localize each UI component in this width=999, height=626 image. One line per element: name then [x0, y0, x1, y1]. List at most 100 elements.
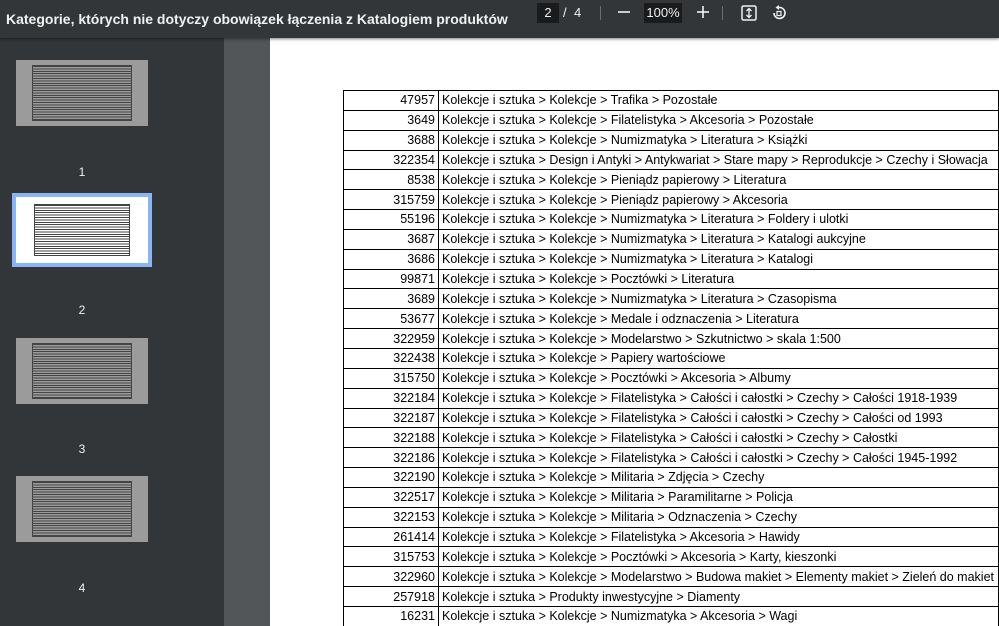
page-thumbnail-3[interactable] [16, 338, 148, 404]
zoom-out-icon [618, 11, 630, 13]
table-row: 322187 Kolekcje i sztuka > Kolekcje > Fil… [343, 407, 999, 429]
category-id: 322187 [343, 407, 439, 429]
table-row: 8538 Kolekcje i sztuka > Kolekcje > Pieni… [343, 169, 999, 191]
table-row: 47957 Kolekcje i sztuka > Kolekcje > Traf… [343, 90, 999, 111]
category-id: 322960 [343, 566, 439, 588]
table-row: 53677 Kolekcje i sztuka > Kolekcje > Meda… [343, 308, 999, 330]
table-row: 3687 Kolekcje i sztuka > Kolekcje > Numiz… [343, 228, 999, 250]
page-thumbnail-1[interactable] [16, 60, 148, 126]
category-id: 99871 [343, 268, 439, 290]
category-path: Kolekcje i sztuka > Produkty inwestycyjn… [438, 586, 999, 607]
category-path: Kolekcje i sztuka > Kolekcje > Numizmaty… [438, 288, 999, 310]
category-path: Kolekcje i sztuka > Kolekcje > Pocztówki… [438, 546, 999, 568]
table-row: 3686 Kolekcje i sztuka > Kolekcje > Numiz… [343, 248, 999, 270]
category-id: 3686 [343, 248, 439, 270]
pdf-page: 47957 Kolekcje i sztuka > Kolekcje > Traf… [270, 38, 999, 626]
category-id: 16231 [343, 605, 439, 626]
category-id: 3687 [343, 228, 439, 250]
pdf-toolbar: Kategorie, których nie dotyczy obowiązek… [0, 0, 999, 38]
zoom-out-button[interactable] [614, 2, 634, 22]
category-path: Kolekcje i sztuka > Kolekcje > Filatelis… [438, 407, 999, 429]
current-page-input[interactable]: 2 [537, 3, 559, 23]
category-path: Kolekcje i sztuka > Kolekcje > Medale i … [438, 308, 999, 330]
zoom-in-button[interactable] [693, 2, 713, 22]
table-row: 3689 Kolekcje i sztuka > Kolekcje > Numiz… [343, 288, 999, 310]
category-id: 315759 [343, 189, 439, 211]
table-row: 322438 Kolekcje i sztuka > Kolekcje > Pap… [343, 347, 999, 369]
page-separator: / [563, 5, 567, 20]
category-path: Kolekcje i sztuka > Kolekcje > Papiery w… [438, 347, 999, 369]
thumbnail-sidebar: 1 2 3 4 [0, 38, 224, 626]
table-row: 322188 Kolekcje i sztuka > Kolekcje > Fil… [343, 427, 999, 449]
category-id: 53677 [343, 308, 439, 330]
category-id: 315753 [343, 546, 439, 568]
table-row: 3649 Kolekcje i sztuka > Kolekcje > Filat… [343, 109, 999, 131]
zoom-level-input[interactable]: 100% [644, 3, 682, 23]
toolbar-divider [600, 6, 601, 20]
rotate-icon [773, 5, 786, 20]
thumbnail-preview [32, 481, 132, 537]
thumbnail-label: 4 [78, 581, 86, 595]
category-path: Kolekcje i sztuka > Kolekcje > Filatelis… [438, 526, 999, 548]
table-row: 322184 Kolekcje i sztuka > Kolekcje > Fil… [343, 387, 999, 409]
category-path: Kolekcje i sztuka > Kolekcje > Militaria… [438, 506, 999, 528]
table-row: 322190 Kolekcje i sztuka > Kolekcje > Mil… [343, 467, 999, 488]
thumbnail-label: 3 [78, 442, 86, 456]
table-row: 322960 Kolekcje i sztuka > Kolekcje > Mod… [343, 566, 999, 588]
category-id: 257918 [343, 586, 439, 607]
category-path: Kolekcje i sztuka > Design i Antyki > An… [438, 149, 999, 171]
category-id: 322190 [343, 467, 439, 488]
category-path: Kolekcje i sztuka > Kolekcje > Numizmaty… [438, 209, 999, 230]
category-id: 322153 [343, 506, 439, 528]
document-title: Kategorie, których nie dotyczy obowiązek… [6, 11, 508, 27]
category-id: 322517 [343, 486, 439, 508]
category-path: Kolekcje i sztuka > Kolekcje > Pocztówki… [438, 367, 999, 389]
table-row: 315753 Kolekcje i sztuka > Kolekcje > Poc… [343, 546, 999, 568]
category-id: 3688 [343, 129, 439, 151]
thumbnail-preview [32, 343, 132, 399]
category-id: 261414 [343, 526, 439, 548]
table-row: 257918 Kolekcje i sztuka > Produkty inwes… [343, 586, 999, 607]
rotate-button[interactable] [768, 2, 790, 24]
category-path: Kolekcje i sztuka > Kolekcje > Numizmaty… [438, 129, 999, 151]
category-path: Kolekcje i sztuka > Kolekcje > Numizmaty… [438, 605, 999, 626]
table-row: 322354 Kolekcje i sztuka > Design i Antyk… [343, 149, 999, 171]
category-id: 322184 [343, 387, 439, 409]
category-id: 322354 [343, 149, 439, 171]
page-thumbnail-2[interactable] [12, 193, 152, 267]
category-path: Kolekcje i sztuka > Kolekcje > Filatelis… [438, 109, 999, 131]
document-viewer[interactable]: 47957 Kolekcje i sztuka > Kolekcje > Traf… [224, 38, 999, 626]
table-row: 322517 Kolekcje i sztuka > Kolekcje > Mil… [343, 486, 999, 508]
category-id: 322188 [343, 427, 439, 449]
table-row: 322959 Kolekcje i sztuka > Kolekcje > Mod… [343, 328, 999, 349]
category-path: Kolekcje i sztuka > Kolekcje > Filatelis… [438, 387, 999, 409]
category-path: Kolekcje i sztuka > Kolekcje > Modelarst… [438, 328, 999, 349]
page-thumbnail-4[interactable] [16, 476, 148, 542]
total-pages: 4 [574, 5, 582, 20]
table-row: 99871 Kolekcje i sztuka > Kolekcje > Pocz… [343, 268, 999, 290]
table-row: 315759 Kolekcje i sztuka > Kolekcje > Pie… [343, 189, 999, 211]
category-table: 47957 Kolekcje i sztuka > Kolekcje > Traf… [343, 90, 999, 626]
table-row: 55196 Kolekcje i sztuka > Kolekcje > Numi… [343, 209, 999, 230]
category-id: 3649 [343, 109, 439, 131]
category-id: 55196 [343, 209, 439, 230]
category-id: 322959 [343, 328, 439, 349]
category-path: Kolekcje i sztuka > Kolekcje > Trafika >… [438, 90, 999, 111]
category-path: Kolekcje i sztuka > Kolekcje > Numizmaty… [438, 228, 999, 250]
category-id: 315750 [343, 367, 439, 389]
category-path: Kolekcje i sztuka > Kolekcje > Modelarst… [438, 566, 999, 588]
category-id: 47957 [343, 90, 439, 111]
category-path: Kolekcje i sztuka > Kolekcje > Pieniądz … [438, 169, 999, 191]
table-row: 322153 Kolekcje i sztuka > Kolekcje > Mil… [343, 506, 999, 528]
toolbar-divider [722, 6, 723, 20]
fit-page-icon [741, 5, 757, 21]
thumbnail-preview [32, 65, 132, 121]
table-row: 261414 Kolekcje i sztuka > Kolekcje > Fil… [343, 526, 999, 548]
category-path: Kolekcje i sztuka > Kolekcje > Militaria… [438, 486, 999, 508]
fit-to-page-button[interactable] [738, 2, 760, 24]
table-row: 3688 Kolekcje i sztuka > Kolekcje > Numiz… [343, 129, 999, 151]
thumbnail-label: 2 [78, 303, 86, 317]
category-id: 322186 [343, 447, 439, 469]
category-path: Kolekcje i sztuka > Kolekcje > Pocztówki… [438, 268, 999, 290]
thumbnail-preview [34, 204, 130, 256]
